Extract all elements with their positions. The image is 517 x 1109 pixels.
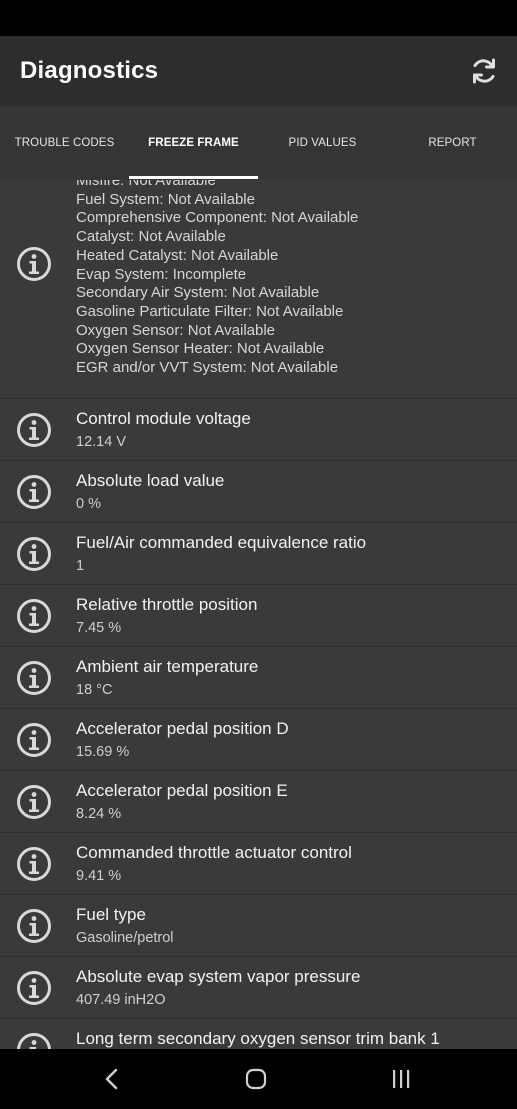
list-item[interactable]: Commanded throttle actuator control 9.41 …: [0, 833, 517, 895]
item-title: Control module voltage: [76, 409, 251, 428]
item-value: 0 %: [76, 496, 101, 512]
item-title: Ambient air temperature: [76, 657, 259, 676]
item-title: Accelerator pedal position D: [76, 719, 289, 738]
list-item[interactable]: Long term secondary oxygen sensor trim b…: [0, 1019, 517, 1049]
info-icon: [17, 971, 51, 1005]
monitor-line: Heated Catalyst: Not Available: [76, 246, 279, 264]
refresh-button[interactable]: [467, 54, 501, 88]
app-bar: Diagnostics: [0, 36, 517, 106]
item-value: 12.14 V: [76, 434, 126, 450]
monitor-line: Gasoline Particulate Filter: Not Availab…: [76, 302, 344, 320]
info-icon: [17, 847, 51, 881]
list-item-monitor-status[interactable]: Misfire: Not Available Fuel System: Not …: [0, 180, 517, 399]
list-item[interactable]: Relative throttle position 7.45 %: [0, 585, 517, 647]
nav-back-button[interactable]: [92, 1064, 132, 1094]
item-title: Fuel type: [76, 905, 146, 924]
monitor-line: Evap System: Incomplete: [76, 265, 247, 283]
item-title: Absolute evap system vapor pressure: [76, 967, 361, 986]
item-title: Long term secondary oxygen sensor trim b…: [76, 1029, 440, 1048]
active-tab-indicator: [129, 176, 258, 179]
item-value: Gasoline/petrol: [76, 930, 174, 946]
item-value: 18 °C: [76, 682, 113, 698]
info-icon: [17, 723, 51, 757]
info-icon: [17, 413, 51, 447]
monitor-line: Oxygen Sensor: Not Available: [76, 321, 276, 339]
list-item[interactable]: Absolute evap system vapor pressure 407.4…: [0, 957, 517, 1019]
info-icon: [17, 475, 51, 509]
recents-icon: [393, 1070, 410, 1088]
monitor-line: EGR and/or VVT System: Not Available: [76, 359, 339, 377]
tab-bar: TROUBLE CODES FREEZE FRAME PID VALUES RE…: [0, 106, 517, 180]
monitor-line: Fuel System: Not Available: [76, 190, 255, 208]
item-value: 8.24 %: [76, 806, 122, 822]
list-item[interactable]: Accelerator pedal position D 15.69 %: [0, 709, 517, 771]
navigation-bar: [0, 1049, 517, 1109]
info-icon: [17, 909, 51, 943]
item-title: Absolute load value: [76, 471, 225, 490]
list-item[interactable]: Fuel type Gasoline/petrol: [0, 895, 517, 957]
list-item[interactable]: Fuel/Air commanded equivalence ratio 1: [0, 523, 517, 585]
nav-recents-button[interactable]: [381, 1064, 421, 1094]
freeze-frame-list[interactable]: Misfire: Not Available Fuel System: Not …: [0, 180, 517, 1049]
item-title: Fuel/Air commanded equivalence ratio: [76, 533, 367, 552]
tab-pid-values[interactable]: PID VALUES: [258, 106, 387, 180]
monitor-status-lines: Misfire: Not Available Fuel System: Not …: [76, 180, 358, 378]
list-item[interactable]: Accelerator pedal position E 8.24 %: [0, 771, 517, 833]
tab-report[interactable]: REPORT: [388, 106, 517, 180]
refresh-icon: [473, 58, 495, 84]
item-value: 9.41 %: [76, 868, 122, 884]
monitor-line: Comprehensive Component: Not Available: [76, 209, 359, 227]
item-title: Accelerator pedal position E: [76, 781, 288, 800]
info-icon: [17, 661, 51, 695]
item-title: Commanded throttle actuator control: [76, 843, 352, 862]
monitor-line: Secondary Air System: Not Available: [76, 284, 320, 302]
monitor-line: Catalyst: Not Available: [76, 228, 226, 246]
item-title: Relative throttle position: [76, 595, 258, 614]
list-item[interactable]: Absolute load value 0 %: [0, 461, 517, 523]
tab-trouble-codes[interactable]: TROUBLE CODES: [0, 106, 129, 180]
info-icon: [17, 599, 51, 633]
item-value: 7.45 %: [76, 620, 122, 636]
info-icon: [17, 785, 51, 819]
home-icon: [245, 1068, 267, 1090]
item-value: 15.69 %: [76, 744, 130, 760]
info-icon: [17, 537, 51, 571]
info-icon: [17, 247, 51, 281]
list-item[interactable]: Control module voltage 12.14 V: [0, 399, 517, 461]
app-title: Diagnostics: [20, 57, 159, 84]
nav-home-button[interactable]: [236, 1064, 276, 1094]
info-icon: [17, 1033, 51, 1049]
status-bar: [0, 0, 517, 36]
item-value: 1: [76, 558, 85, 574]
item-value: 407.49 inH2O: [76, 992, 166, 1008]
tab-freeze-frame[interactable]: FREEZE FRAME: [129, 106, 258, 180]
back-icon: [105, 1068, 118, 1090]
list-item[interactable]: Ambient air temperature 18 °C: [0, 647, 517, 709]
monitor-line: Oxygen Sensor Heater: Not Available: [76, 340, 325, 358]
monitor-line: Misfire: Not Available: [76, 180, 216, 189]
